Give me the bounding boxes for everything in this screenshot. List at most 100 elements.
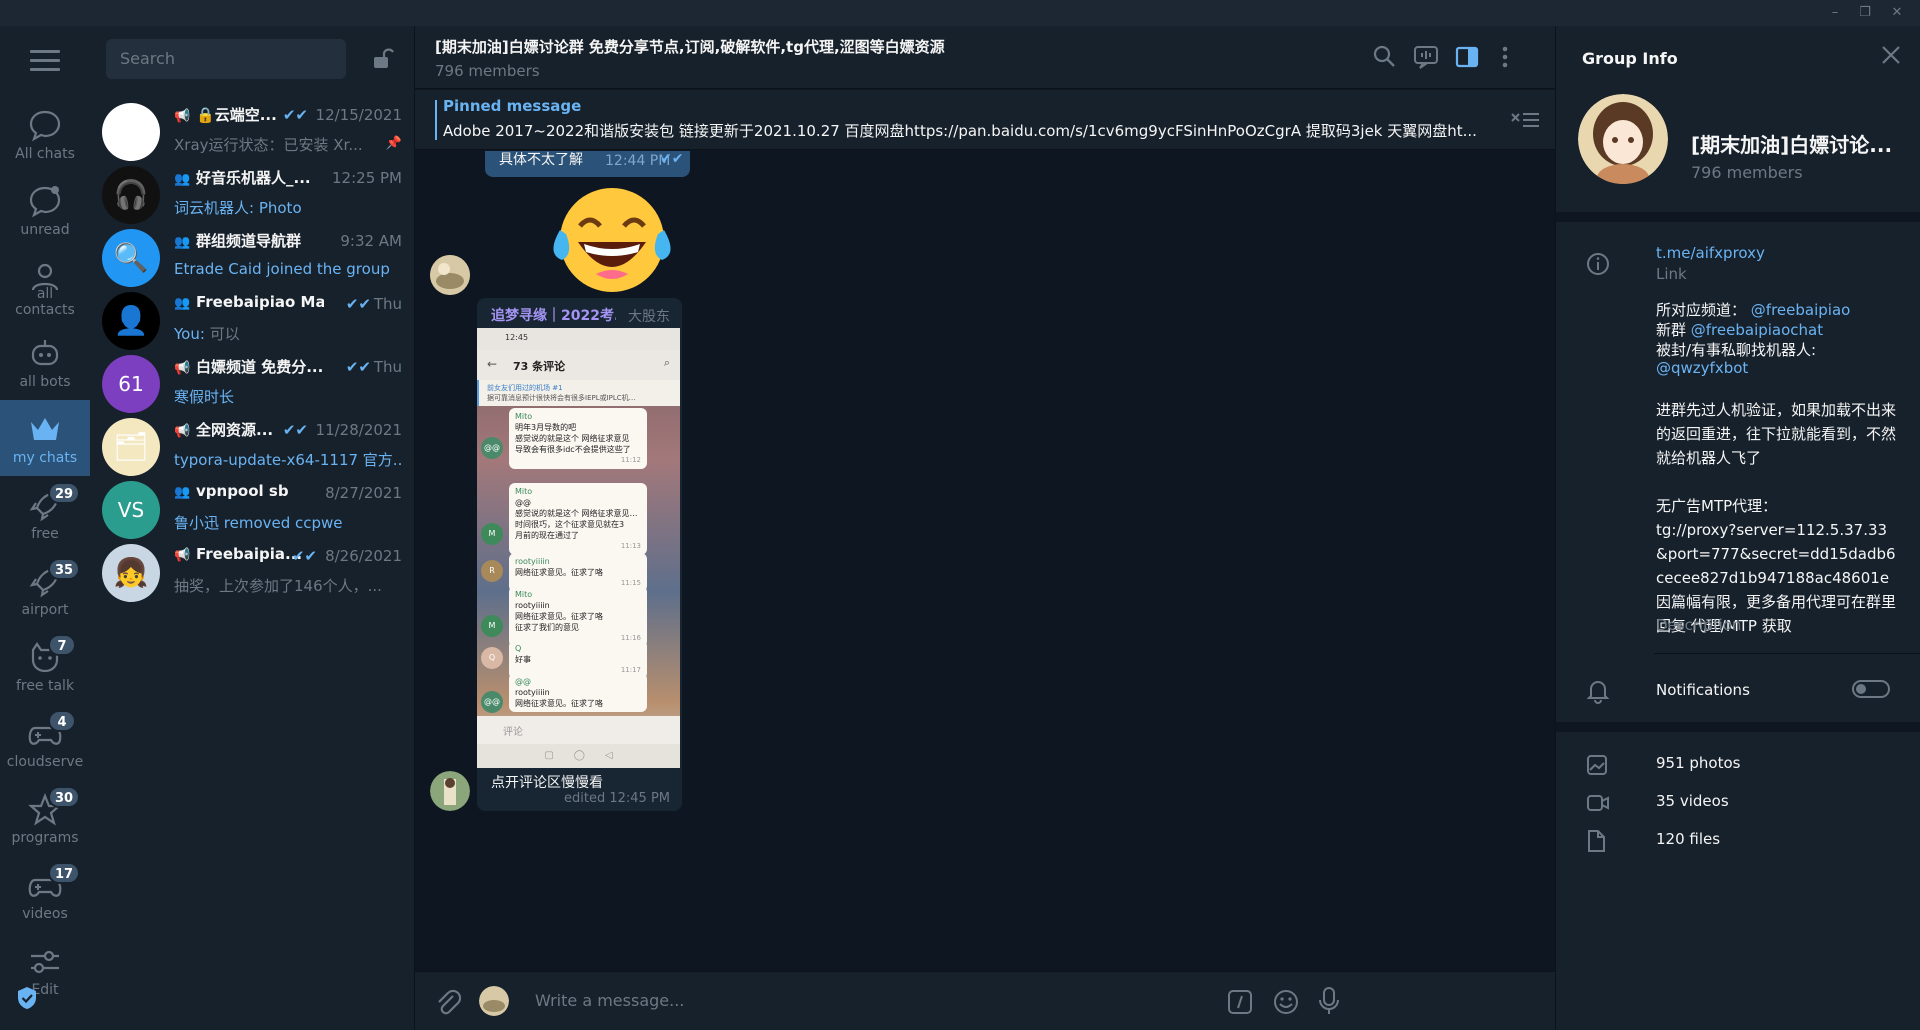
sender-avatar[interactable] <box>430 255 470 295</box>
folder-label: videos <box>22 906 68 922</box>
folder-unread[interactable]: unread <box>0 172 90 248</box>
video-chat-icon[interactable] <box>1411 42 1441 72</box>
folder-all-bots[interactable]: all bots <box>0 324 90 400</box>
bot-link[interactable]: @qwzyfxbot <box>1656 359 1748 377</box>
desc-line-channel: 所对应频道： @freebaipiao <box>1656 301 1851 319</box>
folder-label: All chats <box>15 146 75 162</box>
chat-row[interactable]: 👧 📢 Freebaipia... 8/26/2021 ✔✔ 抽奖，上次参加了146个人，… <box>90 535 414 612</box>
close-window-button[interactable]: ✕ <box>1882 2 1912 24</box>
message-input[interactable]: Write a message... <box>535 991 684 1010</box>
close-icon[interactable] <box>1880 44 1902 66</box>
photo-icon <box>1587 755 1607 775</box>
chat-avatar[interactable]: ☁ <box>102 103 160 161</box>
media-files[interactable]: 120 files <box>1656 830 1720 848</box>
chat-preview: typora-update-x64-1117 官方... <box>174 451 404 469</box>
chat-avatar[interactable]: 🎧 <box>102 166 160 224</box>
channel-link[interactable]: @freebaipiao <box>1751 301 1851 319</box>
chat-preview: 抽奖，上次参加了146个人，... <box>174 577 382 595</box>
crown-icon <box>31 418 59 440</box>
attach-icon[interactable] <box>435 988 461 1016</box>
group-link[interactable]: t.me/aifxproxy <box>1656 244 1765 262</box>
chat-avatar[interactable]: 🗂 <box>102 418 160 476</box>
group-info-title: Group Info <box>1582 49 1678 68</box>
sticker[interactable] <box>550 184 671 294</box>
chat-time: 8/26/2021 <box>325 547 402 565</box>
read-ticks-icon: ✔✔ <box>345 358 371 376</box>
pinned-list-icon[interactable] <box>1509 108 1541 130</box>
chat-avatar[interactable]: 👧 <box>102 544 160 602</box>
media-videos[interactable]: 35 videos <box>1656 792 1729 810</box>
sidebar-toggle-icon[interactable] <box>1452 42 1482 72</box>
folder-edit[interactable]: Edit <box>0 932 90 1008</box>
chat-preview: You: 可以 <box>174 325 240 343</box>
chat-preview: 鲁小迅 removed ccpwe <box>174 514 343 532</box>
comment-bubble: Mito 明年3月导数的吧 感觉说的就是这个 网络征求意见 导致会有很多idc不会提供… <box>509 408 647 469</box>
sender-avatar[interactable] <box>430 771 470 811</box>
folder-programs[interactable]: 30 programs <box>0 780 90 856</box>
megaphone-icon: 📢 <box>174 109 191 124</box>
send-as-avatar[interactable] <box>479 986 509 1016</box>
chat-name: 👥 好音乐机器人_... <box>174 169 311 187</box>
group-icon: 👥 <box>174 296 191 311</box>
pinned-text: Adobe 2017~2022和谐版安装包 链接更新于2021.10.27 百度… <box>443 122 1477 140</box>
chat-avatar[interactable]: 61 <box>102 355 160 413</box>
folder-airport[interactable]: 35 airport <box>0 552 90 628</box>
desc-line-bot: 被封/有事私聊找机器人: <box>1656 341 1817 359</box>
chat-avatar[interactable]: VS <box>102 481 160 539</box>
info-icon <box>1587 253 1609 275</box>
message-area[interactable]: 具体不太了解 12:44 PM ✔✔ 追梦寻缘｜2022考 大股东 12:45 … <box>415 151 1555 996</box>
folder-cloudserve[interactable]: 4 cloudserve <box>0 704 90 780</box>
lock-icon[interactable] <box>372 46 394 70</box>
screenshot-photo[interactable]: 12:45 ← 73 条评论 ⌕ 前女友们用过的机场 #1 据可靠消息预计很快将… <box>477 328 680 768</box>
comments-title: 73 条评论 <box>513 360 566 373</box>
menu-icon[interactable] <box>30 50 60 76</box>
search-icon[interactable] <box>1370 42 1400 72</box>
minimize-button[interactable]: – <box>1820 2 1850 24</box>
lock-icon: 🔒 <box>196 106 215 124</box>
microphone-icon[interactable] <box>1317 986 1341 1016</box>
media-photos[interactable]: 951 photos <box>1656 754 1740 772</box>
pinned-title: Pinned message <box>443 97 582 115</box>
folder-label: free <box>31 526 59 542</box>
folder-label: Edit <box>31 982 59 998</box>
bot-commands-icon[interactable] <box>1227 989 1253 1015</box>
folder-label: airport <box>21 602 69 618</box>
emoji-icon[interactable] <box>1272 988 1300 1016</box>
megaphone-icon: 📢 <box>174 424 191 439</box>
chat-avatar[interactable]: 👤 <box>102 292 160 350</box>
forward-sender[interactable]: 追梦寻缘｜2022考... <box>491 305 616 325</box>
pinned-message-bar[interactable]: Pinned message Adobe 2017~2022和谐版安装包 链接更… <box>415 90 1555 150</box>
read-ticks-icon: ✔✔ <box>345 295 371 313</box>
forwarded-photo-message[interactable]: 追梦寻缘｜2022考... 大股东 12:45 ← 73 条评论 ⌕ 前女友们用… <box>477 298 682 811</box>
chat-header[interactable]: [期末加油]白嫖讨论群 免费分享节点,订阅,破解软件,tg代理,涩图等白嫖资源 … <box>415 26 1555 89</box>
folder-label: my chats <box>12 450 78 466</box>
folder-free[interactable]: 29 free <box>0 476 90 552</box>
read-ticks-icon: ✔✔ <box>291 547 317 565</box>
folder-my-chats[interactable]: my chats <box>0 400 90 476</box>
folder-all-contacts[interactable]: all contacts <box>0 248 90 324</box>
group-link-label: Link <box>1656 265 1687 283</box>
group-info-panel: Group Info [期末加油]白嫖讨论... 796 members t.m… <box>1555 26 1920 1030</box>
megaphone-icon: 📢 <box>174 548 191 563</box>
chat-time: 12:25 PM <box>332 169 402 187</box>
chat-time: Thu <box>373 358 402 376</box>
outgoing-message[interactable]: 具体不太了解 12:44 PM ✔✔ <box>485 151 690 177</box>
chat-avatar[interactable]: 🔍 <box>102 229 160 287</box>
shield-icon[interactable] <box>16 986 38 1010</box>
chat-link[interactable]: @freebaipiaochat <box>1691 321 1823 339</box>
phone-header: ← 73 条评论 ⌕ <box>477 350 680 380</box>
folder-label: unread <box>20 222 70 238</box>
group-name: [期末加油]白嫖讨论... <box>1691 133 1893 157</box>
chat-preview: 词云机器人: Photo <box>174 199 302 217</box>
group-avatar[interactable] <box>1578 94 1668 184</box>
read-ticks-icon: ✔✔ <box>282 421 308 439</box>
read-ticks-icon: ✔✔ <box>282 106 308 124</box>
notifications-toggle[interactable] <box>1852 680 1890 698</box>
folder-free-talk[interactable]: 7 free talk <box>0 628 90 704</box>
search-input[interactable]: Search <box>106 39 346 79</box>
more-icon[interactable] <box>1490 42 1520 72</box>
folder-videos[interactable]: 17 videos <box>0 856 90 932</box>
section-separator <box>1556 212 1920 222</box>
folder-all-chats[interactable]: All chats <box>0 96 90 172</box>
restore-button[interactable]: ❐ <box>1850 2 1880 24</box>
